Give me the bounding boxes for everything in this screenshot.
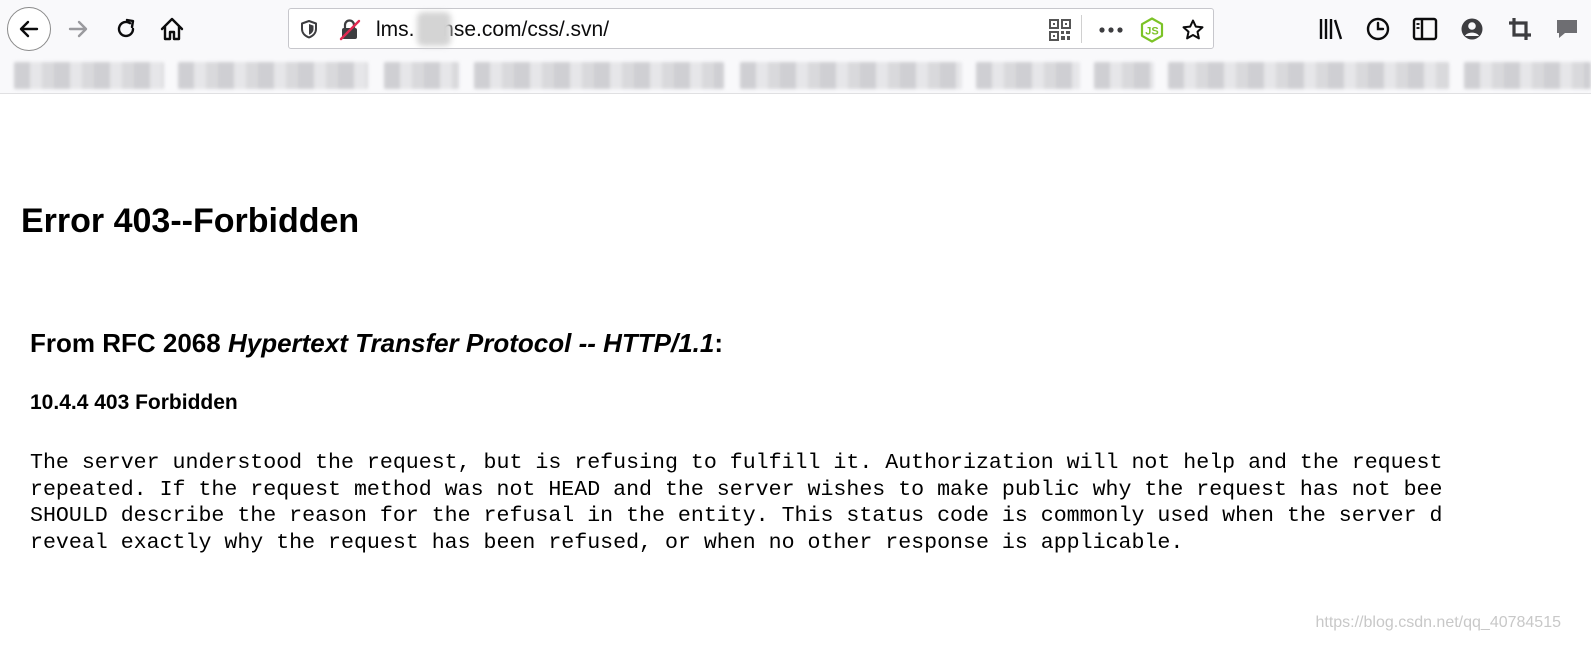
browser-chrome: lms. ense.com/css/.svn/ JS [0,0,1591,94]
arrow-right-icon [68,20,88,38]
reload-icon [117,18,135,38]
qr-code-icon[interactable] [1049,19,1071,41]
redacted-region [417,12,451,46]
nodejs-extension-icon[interactable]: JS [1139,17,1165,43]
description-line: reveal exactly why the request has been … [30,531,1184,556]
arrow-left-icon [19,20,39,38]
page-title: Error 403--Forbidden [21,202,360,240]
description-line: SHOULD describe the reason for the refus… [30,504,1443,529]
forward-button[interactable] [56,7,100,51]
bookmark-item[interactable] [1168,62,1449,89]
page-content: Error 403--Forbidden From RFC 2068 Hyper… [0,94,1591,646]
urlbar-separator [1081,15,1082,43]
bookmark-item[interactable] [976,62,1080,89]
url-bar[interactable]: lms. ense.com/css/.svn/ JS [288,8,1214,49]
rfc-protocol-name: Hypertext Transfer Protocol -- HTTP/1.1 [227,328,715,358]
watermark: https://blog.csdn.net/qq_40784515 [1315,614,1561,631]
crop-icon[interactable] [1507,16,1533,42]
account-icon[interactable] [1459,16,1485,42]
home-icon [160,17,184,41]
bookmark-item[interactable] [14,62,164,89]
bookmark-item[interactable] [740,62,962,89]
url-prefix: lms. [376,18,415,41]
bookmark-item[interactable] [1094,62,1154,89]
bookmark-star-icon[interactable] [1181,18,1205,42]
sidebar-icon[interactable] [1412,16,1438,42]
rfc-heading: From RFC 2068 Hypertext Transfer Protoco… [30,328,723,359]
back-button[interactable] [7,7,51,51]
insecure-lock-icon[interactable] [339,19,361,41]
bookmark-item[interactable] [384,62,459,89]
chat-icon[interactable] [1553,16,1579,42]
description-line: The server understood the request, but i… [30,451,1443,475]
error-description: The server understood the request, but i… [30,450,1442,557]
home-button[interactable] [150,7,194,51]
reload-button[interactable] [104,7,148,51]
bookmark-item[interactable] [474,62,724,89]
bookmark-item[interactable] [1464,62,1591,89]
navigation-toolbar: lms. ense.com/css/.svn/ JS [0,0,1591,58]
svg-text:JS: JS [1145,26,1158,38]
section-heading: 10.4.4 403 Forbidden [30,391,238,414]
description-line: repeated. If the request method was not … [30,477,1443,502]
history-icon[interactable] [1365,16,1391,42]
more-icon[interactable] [1097,19,1125,41]
library-icon[interactable] [1318,16,1344,42]
shield-icon[interactable] [299,19,319,39]
bookmarks-bar [0,58,1591,94]
rfc-suffix: : [714,328,724,358]
url-path: ense.com/css/.svn/ [430,18,610,41]
url-text[interactable]: lms. ense.com/css/.svn/ [376,18,609,42]
bookmark-item[interactable] [178,62,368,89]
rfc-prefix: From RFC 2068 [30,328,228,358]
